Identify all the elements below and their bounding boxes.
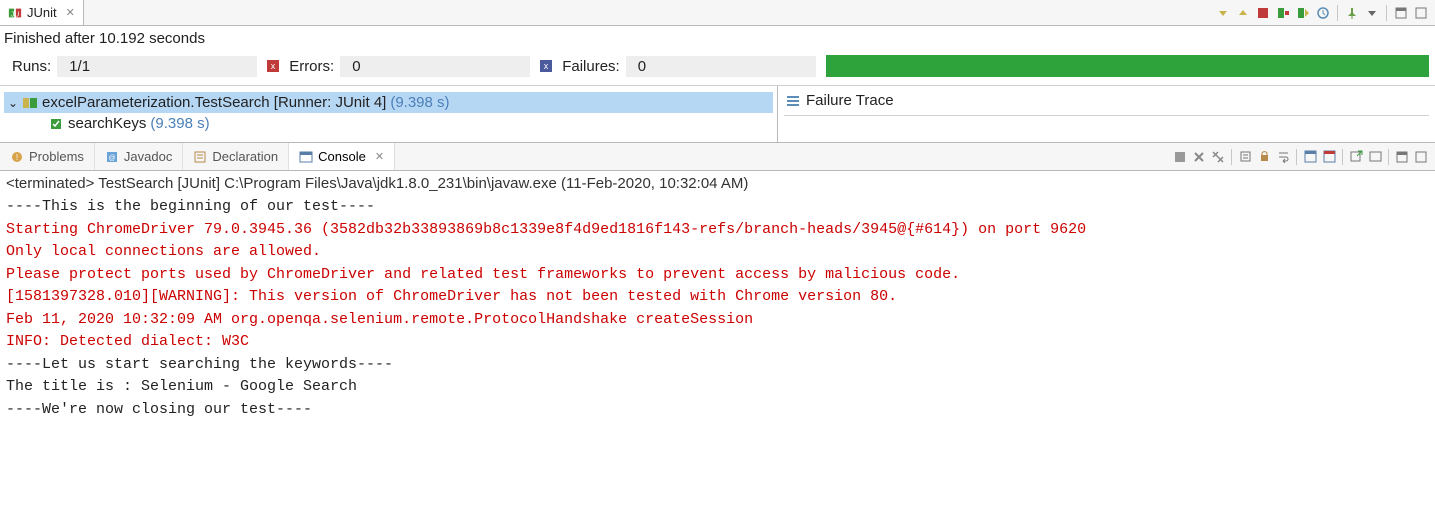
svg-text:x: x — [271, 61, 276, 71]
stack-icon — [786, 94, 800, 108]
maximize-icon[interactable] — [1413, 149, 1429, 165]
svg-text:!: ! — [16, 153, 18, 162]
tree-root-label: excelParameterization.TestSearch [Runner… — [42, 94, 386, 111]
separator — [1342, 149, 1343, 165]
console-output[interactable]: ----This is the beginning of our test---… — [0, 196, 1435, 427]
svg-text:x: x — [544, 61, 549, 71]
console-line: [1581397328.010][WARNING]: This version … — [6, 286, 1429, 309]
javadoc-icon: @ — [105, 150, 119, 164]
clear-console-icon[interactable] — [1237, 149, 1253, 165]
junit-toolbar — [1215, 0, 1435, 25]
remove-all-icon[interactable] — [1210, 149, 1226, 165]
word-wrap-icon[interactable] — [1275, 149, 1291, 165]
scroll-down-icon[interactable] — [1215, 5, 1231, 21]
chevron-down-icon[interactable]: ⌄ — [8, 96, 18, 110]
console-line: Starting ChromeDriver 79.0.3945.36 (3582… — [6, 219, 1429, 242]
separator — [1296, 149, 1297, 165]
tree-child-label: searchKeys — [68, 115, 146, 132]
console-icon — [299, 150, 313, 164]
minimize-icon[interactable] — [1393, 5, 1409, 21]
tree-child-row[interactable]: searchKeys (9.398 s) — [44, 113, 773, 134]
minimize-icon[interactable] — [1394, 149, 1410, 165]
tab-junit-label: JUnit — [27, 5, 57, 20]
results-bar: Runs: 1/1 x Errors: 0 x Failures: 0 — [0, 53, 1435, 86]
rerun-icon[interactable] — [1295, 5, 1311, 21]
tab-declaration-label: Declaration — [212, 149, 278, 164]
stop-icon[interactable] — [1255, 5, 1271, 21]
tab-junit[interactable]: JU JUnit ✕ — [0, 0, 84, 25]
tree-root-row[interactable]: ⌄ excelParameterization.TestSearch [Runn… — [4, 92, 773, 113]
test-suite-icon — [22, 95, 38, 111]
close-icon[interactable]: ✕ — [66, 6, 75, 19]
pin-icon[interactable] — [1344, 5, 1360, 21]
test-pass-icon — [48, 116, 64, 132]
history-icon[interactable] — [1315, 5, 1331, 21]
tab-declaration[interactable]: Declaration — [183, 143, 289, 170]
tab-console[interactable]: Console ✕ — [289, 143, 395, 170]
failure-trace-pane: Failure Trace — [778, 86, 1435, 142]
bottom-view-tabstrip: ! Problems @ Javadoc Declaration Console… — [0, 143, 1435, 171]
scroll-up-icon[interactable] — [1235, 5, 1251, 21]
close-icon[interactable]: ✕ — [375, 150, 384, 163]
junit-split: ⌄ excelParameterization.TestSearch [Runn… — [0, 86, 1435, 143]
scroll-lock-icon[interactable] — [1256, 149, 1272, 165]
separator — [1231, 149, 1232, 165]
runs-label: Runs: — [6, 56, 57, 77]
svg-text:@: @ — [108, 155, 115, 162]
error-icon: x — [267, 60, 279, 72]
console-line: INFO: Detected dialect: W3C — [6, 331, 1429, 354]
maximize-icon[interactable] — [1413, 5, 1429, 21]
declaration-icon — [193, 150, 207, 164]
console-line: Feb 11, 2020 10:32:09 AM org.openqa.sele… — [6, 309, 1429, 332]
separator — [1337, 5, 1338, 21]
junit-view-tabstrip: JU JUnit ✕ — [0, 0, 1435, 26]
view-menu-icon[interactable] — [1364, 5, 1380, 21]
tree-root-duration: (9.398 s) — [390, 94, 449, 111]
errors-label: Errors: — [283, 56, 340, 77]
test-tree: ⌄ excelParameterization.TestSearch [Runn… — [0, 86, 778, 142]
failure-trace-label: Failure Trace — [806, 92, 894, 109]
failures-value: 0 — [626, 56, 816, 77]
tab-javadoc[interactable]: @ Javadoc — [95, 143, 183, 170]
separator — [1386, 5, 1387, 21]
console-header: <terminated> TestSearch [JUnit] C:\Progr… — [0, 171, 1435, 196]
show-console-on-err-icon[interactable] — [1321, 149, 1337, 165]
svg-text:JU: JU — [11, 11, 20, 18]
problems-icon: ! — [10, 150, 24, 164]
terminate-icon[interactable] — [1172, 149, 1188, 165]
errors-value: 0 — [340, 56, 530, 77]
runs-value: 1/1 — [57, 56, 257, 77]
tree-child-duration: (9.398 s) — [150, 115, 209, 132]
display-selected-console-icon[interactable] — [1367, 149, 1383, 165]
console-toolbar — [1172, 143, 1435, 170]
status-line: Finished after 10.192 seconds — [0, 26, 1435, 53]
progress-bar — [826, 55, 1429, 77]
console-line: The title is : Selenium - Google Search — [6, 376, 1429, 399]
tab-javadoc-label: Javadoc — [124, 149, 172, 164]
rerun-failed-icon[interactable] — [1275, 5, 1291, 21]
console-line: ----This is the beginning of our test---… — [6, 196, 1429, 219]
show-console-icon[interactable] — [1302, 149, 1318, 165]
open-console-icon[interactable] — [1348, 149, 1364, 165]
console-line: Please protect ports used by ChromeDrive… — [6, 264, 1429, 287]
failures-label: Failures: — [556, 56, 626, 77]
console-line: ----Let us start searching the keywords-… — [6, 354, 1429, 377]
remove-launch-icon[interactable] — [1191, 149, 1207, 165]
junit-icon: JU — [8, 6, 22, 20]
tab-problems-label: Problems — [29, 149, 84, 164]
tab-console-label: Console — [318, 149, 366, 164]
failure-trace-header: Failure Trace — [784, 90, 1429, 116]
separator — [1388, 149, 1389, 165]
tab-problems[interactable]: ! Problems — [0, 143, 95, 170]
failure-icon: x — [540, 60, 552, 72]
console-line: ----We're now closing our test---- — [6, 399, 1429, 422]
console-line: Only local connections are allowed. — [6, 241, 1429, 264]
